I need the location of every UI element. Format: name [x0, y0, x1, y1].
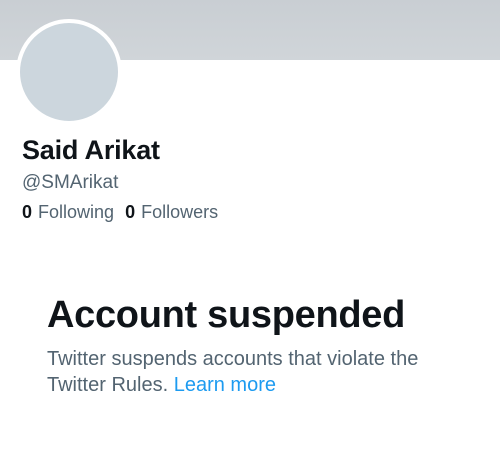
- avatar[interactable]: [16, 19, 122, 125]
- user-handle: @SMArikat: [22, 172, 119, 193]
- display-name: Said Arikat: [22, 135, 160, 165]
- followers-label: Followers: [141, 202, 219, 222]
- follow-stats: 0 Following 0 Followers: [22, 200, 218, 224]
- suspension-title: Account suspended: [47, 294, 406, 336]
- following-stat[interactable]: 0 Following: [22, 200, 114, 224]
- suspension-message-block: Twitter suspends accounts that violate t…: [47, 346, 447, 398]
- following-count: 0: [22, 202, 33, 222]
- following-label: Following: [38, 202, 115, 222]
- learn-more-link[interactable]: Learn more: [174, 374, 276, 396]
- followers-stat[interactable]: 0 Followers: [125, 200, 218, 224]
- followers-count: 0: [125, 202, 136, 222]
